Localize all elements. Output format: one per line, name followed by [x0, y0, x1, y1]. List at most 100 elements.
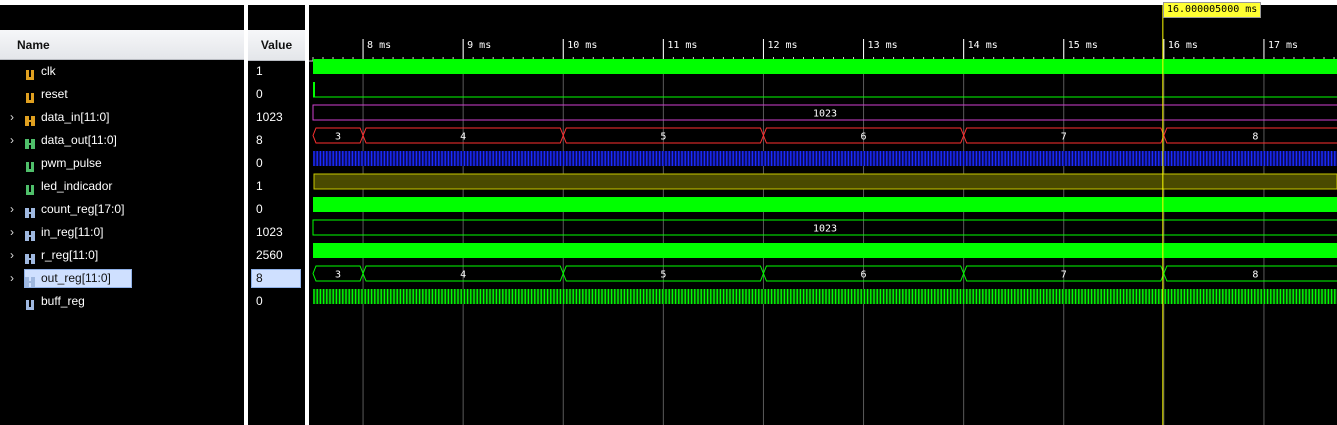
signal-row[interactable]: › count_reg[17:0]	[0, 198, 244, 221]
signal-name: buff_reg	[41, 294, 85, 308]
name-column-header[interactable]: Name	[0, 30, 244, 60]
signal-row[interactable]: buff_reg	[0, 290, 244, 313]
data_out-segment-label: 3	[335, 132, 341, 143]
signal-value-row[interactable]: 1	[248, 60, 305, 83]
signal-value: 1	[256, 179, 263, 193]
signal-value: 1	[256, 64, 263, 78]
in_reg-value-label: 1023	[813, 224, 837, 235]
signal-value: 8	[256, 271, 263, 285]
data_out-segment-label: 7	[1061, 132, 1067, 143]
expand-chevron-icon[interactable]: ›	[10, 244, 20, 267]
bit-signal-icon	[24, 66, 36, 80]
expand-chevron-icon[interactable]: ›	[10, 106, 20, 129]
clk-waveform	[313, 59, 1337, 74]
data_out-segment-label: 4	[460, 132, 466, 143]
signal-value: 1023	[256, 225, 283, 239]
waveform-canvas[interactable]: 8 ms 9 ms 10 ms 11 ms 12 ms 13 ms 14 ms 15 ms 16…	[309, 5, 1337, 425]
expand-chevron-icon[interactable]: ›	[10, 267, 20, 290]
data_out-segment	[1163, 127, 1337, 144]
signal-value-row[interactable]: 0	[248, 83, 305, 106]
bus-reg-icon	[24, 273, 36, 287]
expand-chevron-icon[interactable]: ›	[10, 198, 20, 221]
waveform-viewer: Name clk reset › data_in[11:0] › data_out[11:…	[0, 0, 1337, 425]
signal-value-row[interactable]: 8	[248, 267, 305, 290]
bus-reg-icon	[24, 204, 36, 218]
timeline-tick-label: 17 ms	[1268, 40, 1298, 51]
signal-row[interactable]: pwm_pulse	[0, 152, 244, 175]
timeline-tick-label: 12 ms	[767, 40, 797, 51]
bus-output-icon	[24, 135, 36, 149]
signal-row[interactable]: › out_reg[11:0]	[0, 267, 244, 290]
signal-value-row[interactable]: 1023	[248, 106, 305, 129]
bit-reg-icon	[24, 296, 36, 310]
timeline-tick-label: 11 ms	[667, 40, 697, 51]
signal-value: 0	[256, 156, 263, 170]
signal-row[interactable]: clk	[0, 60, 244, 83]
bus-reg-icon	[24, 250, 36, 264]
out_reg-segment	[1163, 265, 1337, 282]
led_indicador-waveform	[313, 173, 1337, 190]
pwm_pulse-waveform	[313, 151, 1337, 166]
bit-signal-icon	[24, 89, 36, 103]
expand-chevron-icon[interactable]: ›	[10, 221, 20, 244]
signal-name: r_reg[11:0]	[41, 248, 99, 262]
signal-value-row[interactable]: 1	[248, 175, 305, 198]
waveform-pane[interactable]: 8 ms 9 ms 10 ms 11 ms 12 ms 13 ms 14 ms 15 ms 16…	[309, 5, 1337, 425]
signal-value: 0	[256, 87, 263, 101]
signal-name: in_reg[11:0]	[41, 225, 104, 239]
out_reg-segment-label: 5	[660, 270, 666, 281]
signal-name: out_reg[11:0]	[41, 271, 111, 285]
out_reg-segment-label: 6	[861, 270, 867, 281]
signal-value-pane: Value 1 0 1023 8 0 1 0 1023 2560 8 0	[248, 5, 305, 425]
timeline-tick-label: 13 ms	[868, 40, 898, 51]
out_reg-segment-label: 8	[1252, 270, 1258, 281]
timeline-tick-label: 8 ms	[367, 40, 391, 51]
signal-name: count_reg[17:0]	[41, 202, 125, 216]
signal-value: 2560	[256, 248, 283, 262]
signal-value: 0	[256, 294, 263, 308]
signal-value-row[interactable]: 2560	[248, 244, 305, 267]
signal-name: data_in[11:0]	[41, 110, 110, 124]
signal-name: reset	[41, 87, 68, 101]
signal-value-row[interactable]: 1023	[248, 221, 305, 244]
signal-row[interactable]: › r_reg[11:0]	[0, 244, 244, 267]
signal-value-row[interactable]: 0	[248, 198, 305, 221]
signal-row[interactable]: › data_out[11:0]	[0, 129, 244, 152]
signal-value: 1023	[256, 110, 283, 124]
signal-row[interactable]: led_indicador	[0, 175, 244, 198]
out_reg-segment-label: 3	[335, 270, 341, 281]
bus-input-icon	[24, 112, 36, 126]
expand-chevron-icon[interactable]: ›	[10, 129, 20, 152]
signal-value-row[interactable]: 0	[248, 152, 305, 175]
signal-name: pwm_pulse	[41, 156, 102, 170]
out_reg-segment-label: 7	[1061, 270, 1067, 281]
signal-row[interactable]: › data_in[11:0]	[0, 106, 244, 129]
count_reg-waveform	[313, 197, 1337, 212]
data_out-segment-label: 8	[1252, 132, 1258, 143]
data_out-segment-label: 5	[660, 132, 666, 143]
r_reg-waveform	[313, 243, 1337, 258]
timeline-tick-label: 9 ms	[467, 40, 491, 51]
signal-row[interactable]: reset	[0, 83, 244, 106]
reset-pulse	[313, 82, 315, 97]
timeline-tick-label: 14 ms	[968, 40, 998, 51]
bus-reg-icon	[24, 227, 36, 241]
timeline-tick-label: 15 ms	[1068, 40, 1098, 51]
signal-value: 0	[256, 202, 263, 216]
cursor-time-label[interactable]: 16.000005000 ms	[1163, 2, 1262, 18]
value-column-header[interactable]: Value	[248, 30, 305, 61]
signal-name: clk	[41, 64, 56, 78]
signal-value-row[interactable]: 0	[248, 290, 305, 313]
buff_reg-waveform	[313, 289, 1337, 304]
timeline-tick-label: 16 ms	[1168, 40, 1198, 51]
signal-value-row[interactable]: 8	[248, 129, 305, 152]
bit-output-icon	[24, 181, 36, 195]
data_out-segment-label: 6	[861, 132, 867, 143]
timeline-tick-label: 10 ms	[567, 40, 597, 51]
signal-row[interactable]: › in_reg[11:0]	[0, 221, 244, 244]
signal-value: 8	[256, 133, 263, 147]
signal-name: led_indicador	[41, 179, 113, 193]
out_reg-segment-label: 4	[460, 270, 466, 281]
signal-name: data_out[11:0]	[41, 133, 117, 147]
bit-output-icon	[24, 158, 36, 172]
